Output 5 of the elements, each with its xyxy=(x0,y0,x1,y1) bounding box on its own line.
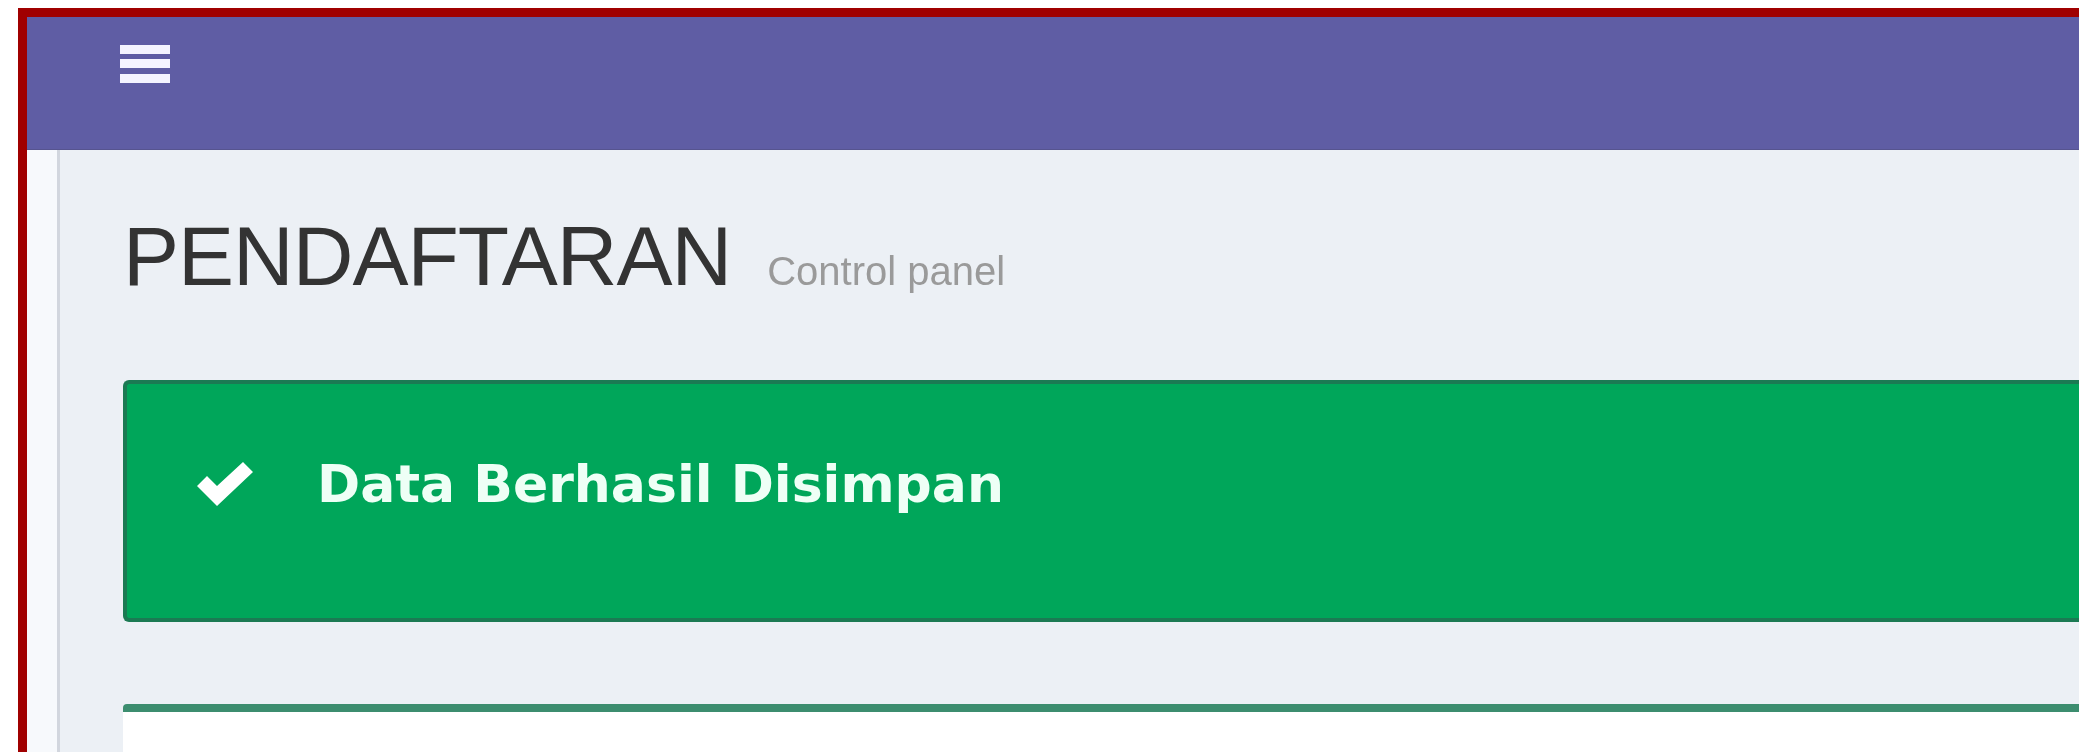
menu-icon xyxy=(120,44,170,84)
page-title: PENDAFTARAN xyxy=(123,214,732,298)
check-icon xyxy=(195,462,255,508)
menu-button[interactable] xyxy=(120,44,170,84)
page-subtitle: Control panel xyxy=(767,249,1006,294)
